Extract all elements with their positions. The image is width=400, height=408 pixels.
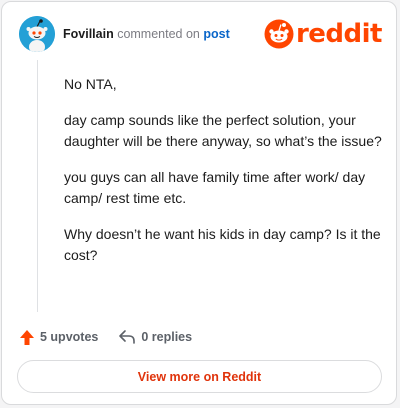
reply-arrow-icon <box>119 330 136 344</box>
upvote-arrow-icon <box>20 329 34 345</box>
comment-body: No NTA, day camp sounds like the perfect… <box>64 74 384 281</box>
comment-action-text: commented on <box>117 27 200 41</box>
comment-byline: Fovillain commented on post <box>63 26 230 42</box>
upvotes-stat[interactable]: 5 upvotes <box>19 329 98 346</box>
comment-stats: 5 upvotes 0 replies <box>19 327 212 347</box>
upvotes-count: 5 upvotes <box>40 330 99 344</box>
snoo-avatar-icon <box>19 16 55 52</box>
comment-header: Fovillain commented on post reddit <box>19 16 383 52</box>
comment-paragraph: day camp sounds like the perfect solutio… <box>64 112 382 149</box>
author-name[interactable]: Fovillain <box>63 27 114 41</box>
embedded-comment-card: Fovillain commented on post reddit No NT… <box>1 1 397 405</box>
avatar[interactable] <box>19 16 55 52</box>
reddit-snoo-logo-icon <box>264 19 294 49</box>
replies-count: 0 replies <box>141 330 193 344</box>
post-link[interactable]: post <box>203 27 229 41</box>
view-more-on-reddit-button[interactable]: View more on Reddit <box>17 360 382 393</box>
view-more-label: View more on Reddit <box>137 369 262 384</box>
comment-paragraph: No NTA, <box>64 76 117 92</box>
thread-line <box>37 60 38 312</box>
reddit-logo[interactable]: reddit <box>264 17 383 51</box>
reddit-wordmark: reddit <box>295 19 383 49</box>
replies-stat[interactable]: 0 replies <box>118 329 192 345</box>
comment-paragraph: you guys can all have family time after … <box>64 169 366 206</box>
comment-paragraph: Why doesn’t he want his kids in day camp… <box>64 226 381 263</box>
